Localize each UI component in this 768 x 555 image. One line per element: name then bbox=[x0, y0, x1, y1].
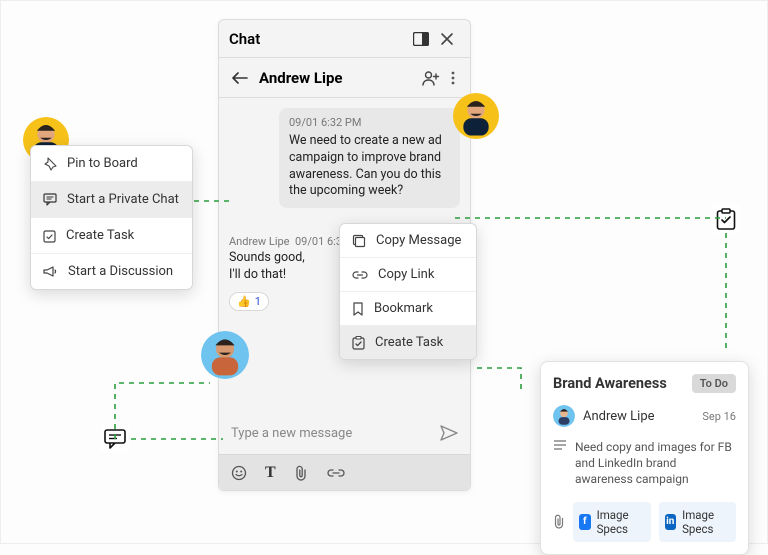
megaphone-icon bbox=[43, 265, 58, 278]
menu-label: Start a Private Chat bbox=[67, 192, 179, 207]
linkedin-icon: in bbox=[665, 514, 677, 530]
reaction-count: 1 bbox=[255, 295, 261, 308]
reaction-badge[interactable]: 👍 1 bbox=[229, 292, 269, 311]
thumbs-up-icon: 👍 bbox=[237, 295, 251, 308]
link-icon bbox=[352, 270, 368, 280]
attachment-row: f Image Specs in Image Specs bbox=[553, 502, 736, 542]
ctx-bookmark[interactable]: Bookmark bbox=[340, 291, 476, 325]
ctx-label: Bookmark bbox=[374, 301, 433, 316]
paperclip-icon bbox=[553, 514, 565, 529]
menu-label: Start a Discussion bbox=[68, 264, 173, 279]
message-context-menu: Copy Message Copy Link Bookmark Create T… bbox=[339, 223, 477, 360]
chat-title: Chat bbox=[229, 30, 408, 48]
assignee-name: Andrew Lipe bbox=[583, 409, 694, 424]
avatar bbox=[201, 331, 249, 379]
task-icon bbox=[352, 336, 365, 350]
ctx-copy-link[interactable]: Copy Link bbox=[340, 257, 476, 291]
task-title: Brand Awareness bbox=[553, 375, 684, 392]
task-status-badge[interactable]: To Do bbox=[692, 374, 736, 393]
chat-icon bbox=[43, 193, 57, 206]
attachment-icon[interactable] bbox=[294, 465, 308, 481]
due-date: Sep 16 bbox=[702, 410, 736, 423]
attachment-linkedin[interactable]: in Image Specs bbox=[659, 502, 737, 542]
menu-label: Pin to Board bbox=[67, 156, 138, 171]
task-description: Need copy and images for FB and LinkedIn… bbox=[553, 439, 736, 488]
chat-header: Chat bbox=[219, 20, 470, 58]
back-icon[interactable] bbox=[227, 65, 253, 91]
menu-create-task[interactable]: Create Task bbox=[31, 217, 192, 253]
chat-icon bbox=[101, 425, 129, 453]
message-timestamp: 09/01 6:32 PM bbox=[289, 116, 450, 131]
ctx-label: Create Task bbox=[375, 335, 443, 350]
avatar bbox=[453, 93, 499, 139]
message-text: We need to create a new ad campaign to i… bbox=[289, 133, 450, 201]
add-user-icon[interactable] bbox=[418, 65, 444, 91]
user-quick-menu: Pin to Board Start a Private Chat Create… bbox=[30, 145, 193, 290]
task-icon bbox=[43, 229, 56, 243]
ctx-create-task[interactable]: Create Task bbox=[340, 325, 476, 359]
close-icon[interactable] bbox=[434, 26, 460, 52]
chat-subheader: Andrew Lipe bbox=[219, 58, 470, 98]
emoji-icon[interactable] bbox=[231, 465, 247, 481]
ctx-label: Copy Message bbox=[376, 233, 461, 248]
description-icon bbox=[553, 439, 567, 488]
link-icon[interactable] bbox=[326, 467, 346, 479]
facebook-icon: f bbox=[579, 514, 591, 530]
menu-private-chat[interactable]: Start a Private Chat bbox=[31, 181, 192, 217]
kebab-icon[interactable] bbox=[444, 65, 462, 91]
dock-icon[interactable] bbox=[408, 26, 434, 52]
compose-placeholder: Type a new message bbox=[231, 426, 440, 441]
contact-name: Andrew Lipe bbox=[259, 69, 418, 87]
send-icon[interactable] bbox=[440, 425, 458, 441]
avatar bbox=[553, 405, 575, 427]
text-format-icon[interactable]: T bbox=[265, 464, 276, 482]
compose-toolbar: T bbox=[219, 454, 470, 490]
compose-row[interactable]: Type a new message bbox=[219, 412, 470, 454]
task-card[interactable]: Brand Awareness To Do Andrew Lipe Sep 16… bbox=[540, 361, 749, 555]
copy-icon bbox=[352, 234, 366, 248]
ctx-copy-message[interactable]: Copy Message bbox=[340, 224, 476, 257]
ctx-label: Copy Link bbox=[378, 267, 434, 282]
menu-start-discussion[interactable]: Start a Discussion bbox=[31, 253, 192, 289]
menu-label: Create Task bbox=[66, 228, 134, 243]
attachment-fb[interactable]: f Image Specs bbox=[573, 502, 651, 542]
task-check-icon bbox=[712, 205, 740, 233]
menu-pin-to-board[interactable]: Pin to Board bbox=[31, 146, 192, 181]
incoming-message[interactable]: 09/01 6:32 PM We need to create a new ad… bbox=[279, 108, 460, 208]
bookmark-icon bbox=[352, 302, 364, 316]
pin-icon bbox=[43, 157, 57, 171]
task-assignee-row: Andrew Lipe Sep 16 bbox=[553, 405, 736, 427]
